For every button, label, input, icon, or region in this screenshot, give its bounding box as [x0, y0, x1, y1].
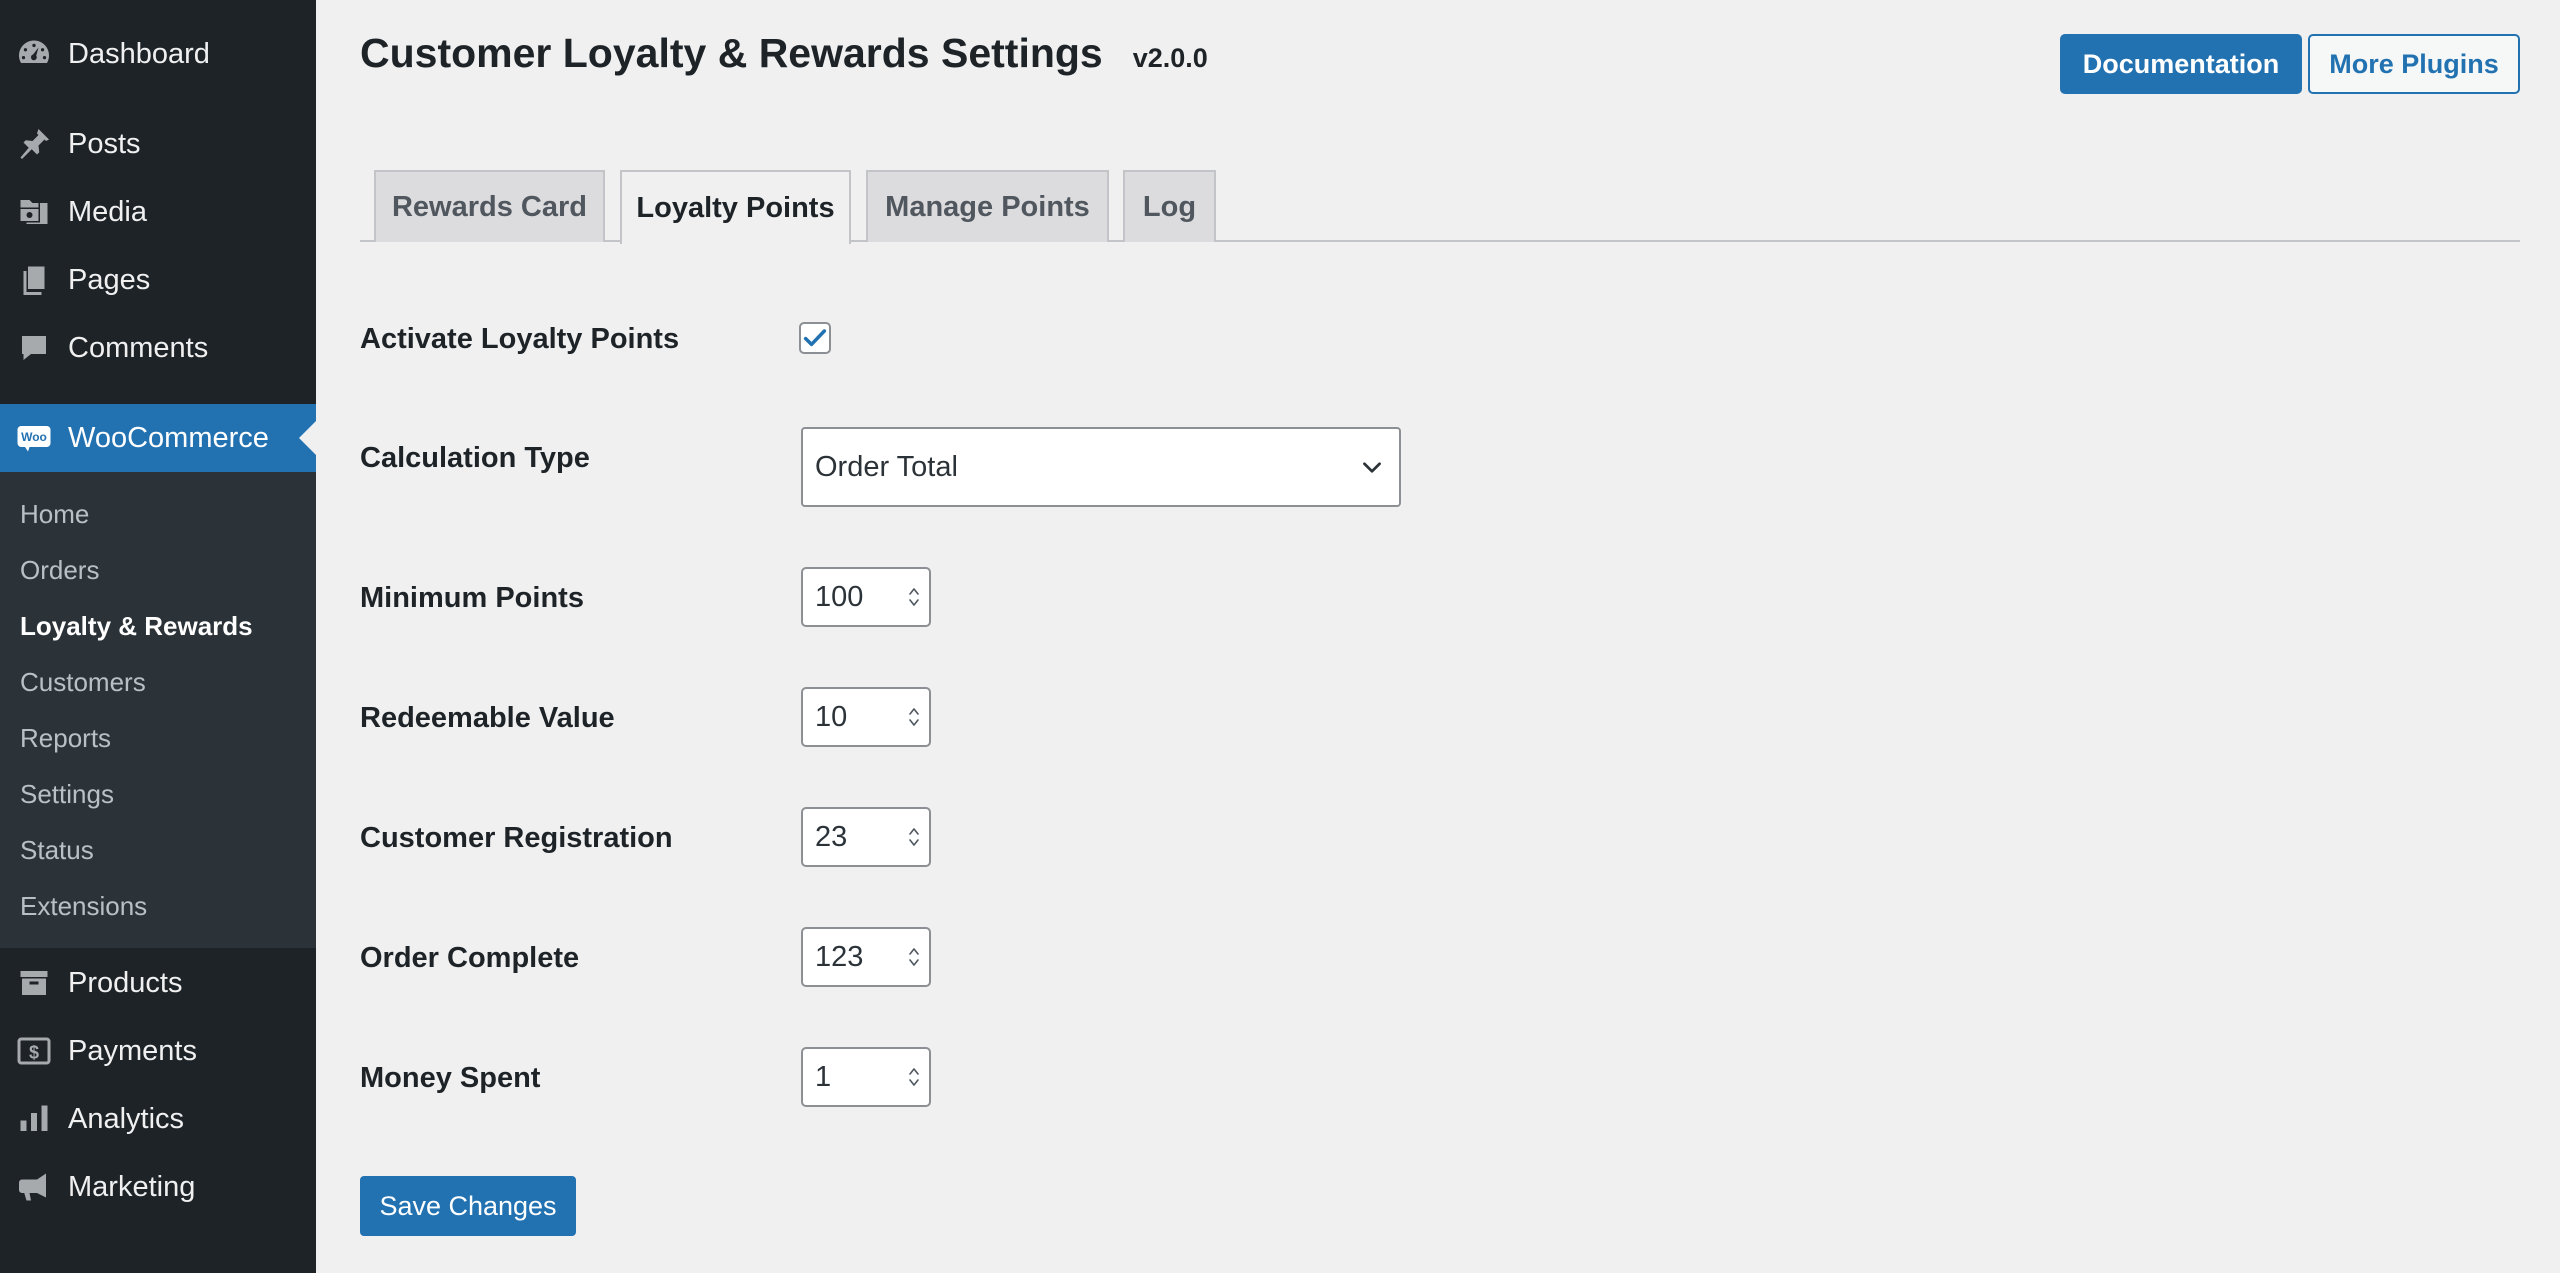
- menu-item-products[interactable]: Products: [0, 949, 316, 1017]
- chevron-down-icon: [1363, 462, 1381, 473]
- woocommerce-submenu: Home Orders Loyalty & Rewards Customers …: [0, 472, 316, 948]
- number-spinner[interactable]: [907, 582, 921, 612]
- up-down-arrows-icon: [909, 828, 919, 846]
- order-complete-value: 123: [815, 940, 864, 973]
- minimum-points-label: Minimum Points: [360, 582, 584, 614]
- menu-item-woocommerce[interactable]: Woo WooCommerce: [0, 404, 316, 472]
- money-spent-label: Money Spent: [360, 1062, 541, 1094]
- save-changes-button[interactable]: Save Changes: [360, 1176, 576, 1236]
- submenu-item-orders[interactable]: Orders: [20, 550, 99, 590]
- money-spent-value: 1: [815, 1060, 832, 1093]
- submenu-item-reports[interactable]: Reports: [20, 718, 111, 758]
- minimum-points-input[interactable]: 100: [801, 567, 931, 627]
- activate-loyalty-points-checkbox[interactable]: [799, 322, 831, 354]
- up-down-arrows-icon: [909, 948, 919, 966]
- menu-item-label: Media: [68, 195, 147, 228]
- svg-text:$: $: [29, 1043, 39, 1063]
- pages-icon: [0, 246, 68, 314]
- redeemable-value-input[interactable]: 10: [801, 687, 931, 747]
- pushpin-icon: [0, 110, 68, 178]
- calculation-type-value: Order Total: [815, 450, 958, 483]
- up-down-arrows-icon: [909, 708, 919, 726]
- tab-rewards-card[interactable]: Rewards Card: [374, 170, 605, 242]
- submenu-item-settings[interactable]: Settings: [20, 774, 114, 814]
- media-icon: [0, 178, 68, 246]
- up-down-arrows-icon: [909, 1068, 919, 1086]
- menu-item-label: WooCommerce: [68, 421, 269, 454]
- documentation-button[interactable]: Documentation: [2060, 34, 2302, 94]
- menu-item-label: Products: [68, 966, 183, 999]
- menu-item-label: Pages: [68, 263, 151, 296]
- customer-registration-label: Customer Registration: [360, 822, 673, 854]
- menu-item-pages[interactable]: Pages: [0, 246, 316, 314]
- comment-icon: [0, 314, 68, 382]
- submenu-item-loyalty-rewards[interactable]: Loyalty & Rewards: [20, 606, 253, 646]
- calculation-type-label: Calculation Type: [360, 442, 590, 474]
- menu-item-posts[interactable]: Posts: [0, 110, 316, 178]
- money-spent-input[interactable]: 1: [801, 1047, 931, 1107]
- tab-loyalty-points[interactable]: Loyalty Points: [620, 170, 851, 244]
- menu-item-comments[interactable]: Comments: [0, 314, 316, 382]
- redeemable-value-value: 10: [815, 700, 848, 733]
- menu-item-dashboard[interactable]: Dashboard: [0, 20, 316, 88]
- up-down-arrows-icon: [909, 588, 919, 606]
- tab-log[interactable]: Log: [1123, 170, 1216, 242]
- customer-registration-value: 23: [815, 820, 848, 853]
- minimum-points-value: 100: [815, 580, 864, 613]
- customer-registration-input[interactable]: 23: [801, 807, 931, 867]
- menu-item-media[interactable]: Media: [0, 178, 316, 246]
- menu-item-label: Comments: [68, 331, 209, 364]
- menu-item-payments[interactable]: $ Payments: [0, 1017, 316, 1085]
- submenu-item-extensions[interactable]: Extensions: [20, 886, 147, 926]
- more-plugins-button[interactable]: More Plugins: [2308, 34, 2520, 94]
- tab-manage-points[interactable]: Manage Points: [866, 170, 1109, 242]
- svg-text:Woo: Woo: [21, 430, 47, 444]
- number-spinner[interactable]: [907, 942, 921, 972]
- admin-sidebar: Dashboard Posts Media Pages Comments Woo…: [0, 0, 316, 1273]
- menu-item-analytics[interactable]: Analytics: [0, 1085, 316, 1153]
- number-spinner[interactable]: [907, 822, 921, 852]
- order-complete-input[interactable]: 123: [801, 927, 931, 987]
- submenu-item-customers[interactable]: Customers: [20, 662, 146, 702]
- menu-item-label: Payments: [68, 1034, 197, 1067]
- submenu-item-home[interactable]: Home: [20, 494, 89, 534]
- number-spinner[interactable]: [907, 1062, 921, 1092]
- page-header: Customer Loyalty & Rewards Settings v2.0…: [360, 30, 1208, 77]
- dashboard-icon: [0, 20, 68, 88]
- page-title: Customer Loyalty & Rewards Settings: [360, 30, 1103, 76]
- archive-icon: [0, 949, 68, 1017]
- menu-item-label: Dashboard: [68, 37, 210, 70]
- woocommerce-icon: Woo: [0, 404, 68, 472]
- redeemable-value-label: Redeemable Value: [360, 702, 615, 734]
- version-label: v2.0.0: [1132, 43, 1208, 73]
- menu-item-label: Marketing: [68, 1170, 196, 1203]
- bar-chart-icon: [0, 1085, 68, 1153]
- order-complete-label: Order Complete: [360, 942, 580, 974]
- menu-item-label: Analytics: [68, 1102, 185, 1135]
- menu-item-label: Posts: [68, 127, 141, 160]
- payments-icon: $: [0, 1017, 68, 1085]
- submenu-item-status[interactable]: Status: [20, 830, 94, 870]
- checkmark-icon: [803, 329, 827, 347]
- calculation-type-select[interactable]: Order Total: [801, 427, 1401, 507]
- activate-loyalty-points-label: Activate Loyalty Points: [360, 323, 680, 355]
- megaphone-icon: [0, 1153, 68, 1221]
- menu-item-marketing[interactable]: Marketing: [0, 1153, 316, 1221]
- number-spinner[interactable]: [907, 702, 921, 732]
